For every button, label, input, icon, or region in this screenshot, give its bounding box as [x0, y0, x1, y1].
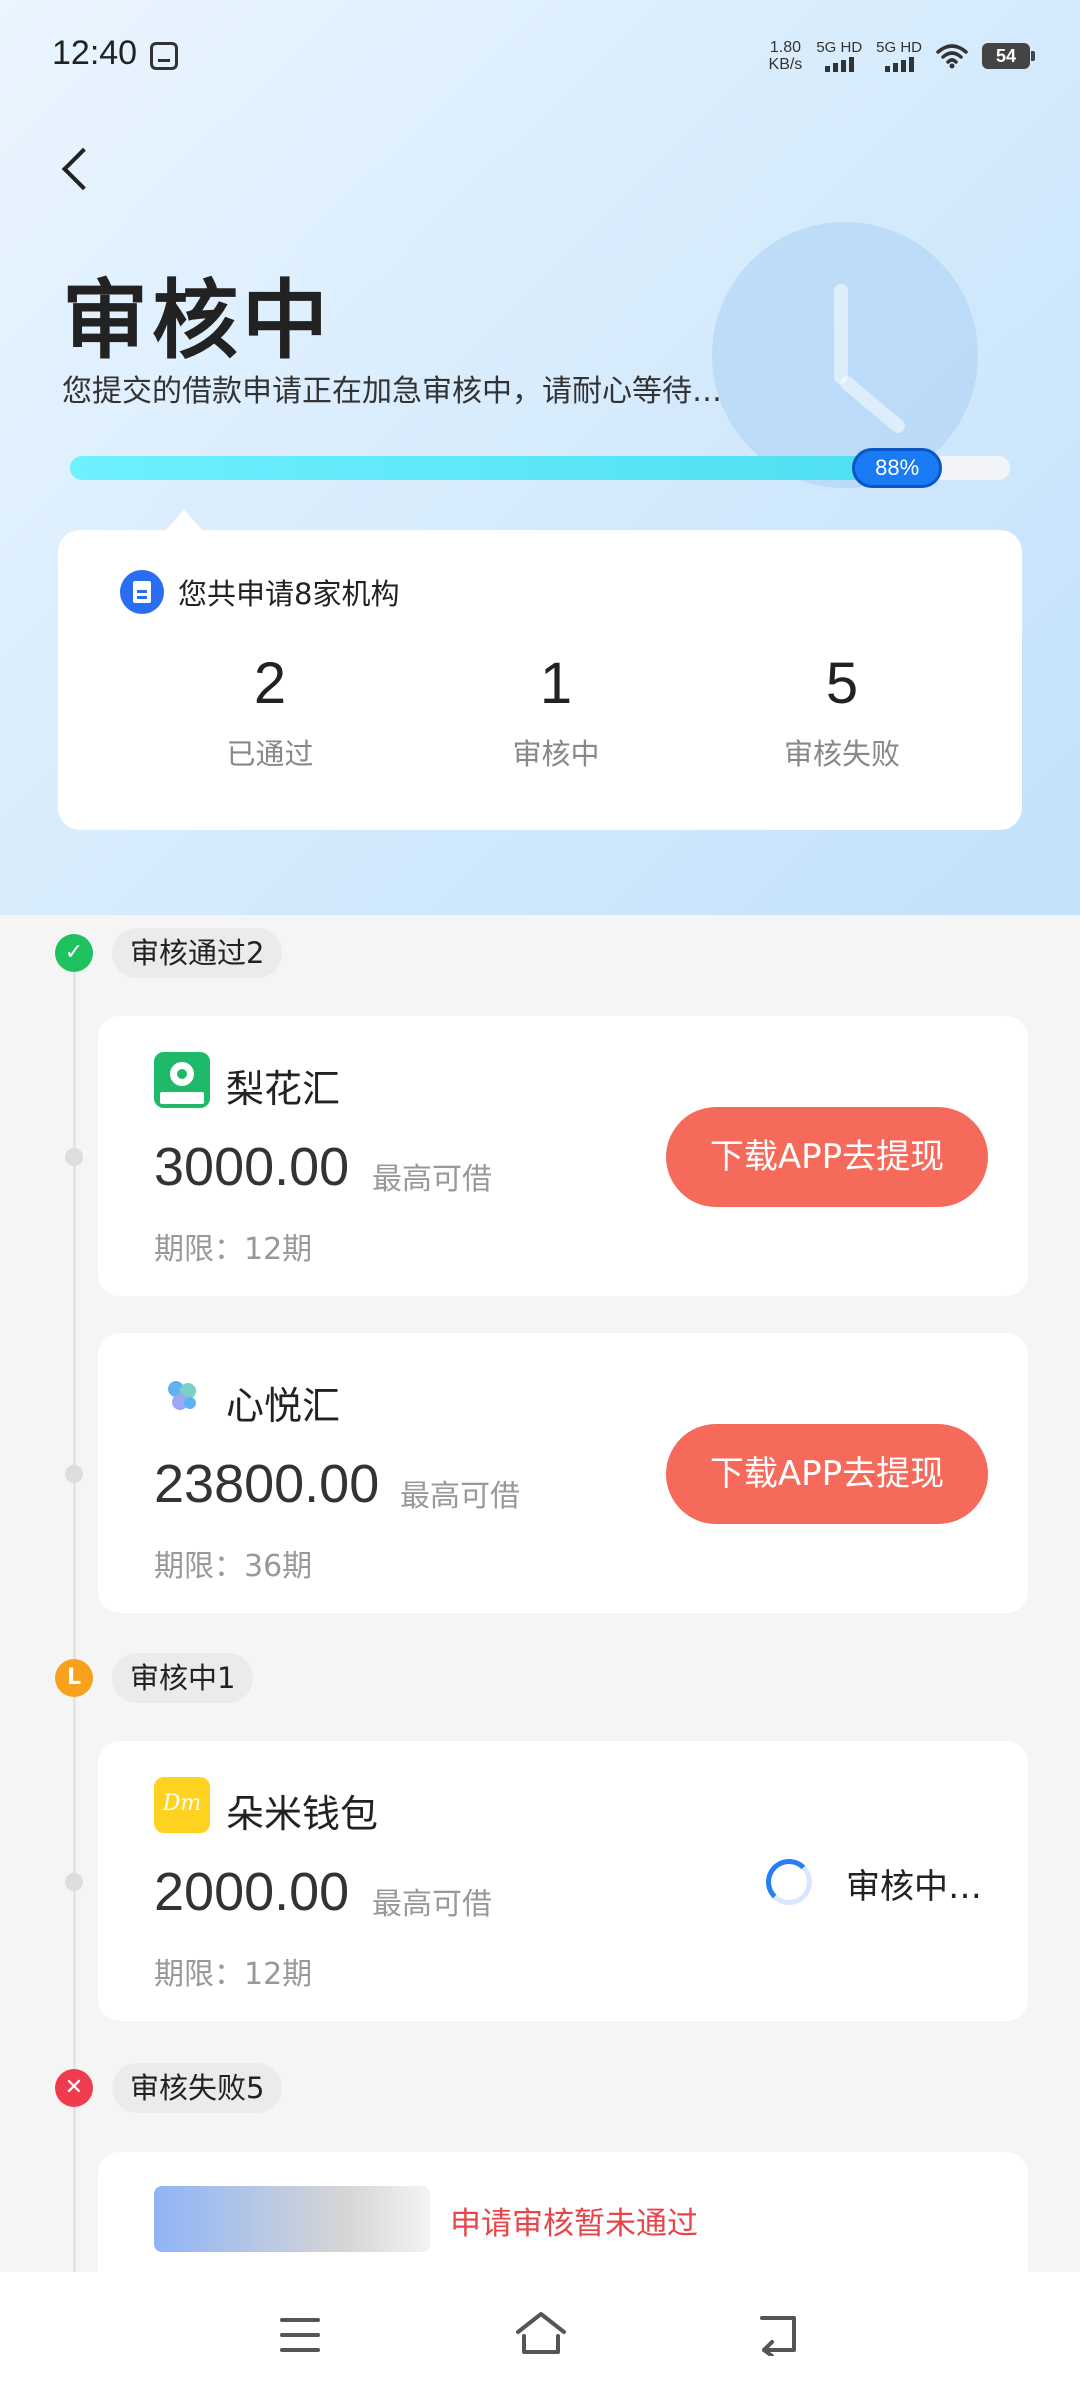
stat-failed: 5 审核失败	[742, 650, 942, 773]
duomi-wallet-logo-icon: Dm	[154, 1777, 210, 1833]
check-circle-icon: ✓	[55, 934, 93, 972]
page-subtitle: 您提交的借款申请正在加急审核中，请耐心等待…	[62, 374, 722, 409]
failed-loan-card: 申请审核暂未通过	[98, 2152, 1028, 2272]
loan-card-duomi: Dm 朵米钱包 2000.00 最高可借 期限：12期 审核中…	[98, 1741, 1028, 2021]
stat-reviewing-value: 1	[539, 651, 573, 716]
clock-circle-icon: L	[55, 1659, 93, 1697]
lender-name: 梨花汇	[226, 1067, 341, 1111]
amount-note: 最高可借	[372, 1162, 492, 1197]
page-title: 审核中	[62, 271, 332, 371]
timeline-dot	[65, 1465, 83, 1483]
duomi-logo-text: Dm	[162, 1791, 202, 1816]
sim1-label: 5G HD	[816, 39, 863, 56]
sim2-label: 5G HD	[876, 39, 922, 56]
summary-card: 您共申请8家机构 2 已通过 1 审核中 5 审核失败	[58, 530, 1022, 830]
stat-approved: 2 已通过	[170, 650, 370, 773]
stat-reviewing-label: 审核中	[512, 737, 600, 771]
back-nav-icon[interactable]	[756, 2312, 804, 2356]
menu-icon[interactable]	[280, 2318, 320, 2352]
timeline-dot	[65, 1873, 83, 1891]
loan-amount: 3000.00	[154, 1137, 350, 1197]
stat-approved-value: 2	[253, 651, 287, 716]
stat-failed-value: 5	[825, 651, 859, 716]
loan-term: 期限：12期	[154, 1232, 313, 1267]
loan-term: 期限：36期	[154, 1549, 313, 1584]
stat-approved-label: 已通过	[226, 737, 314, 771]
timeline-dot	[65, 1148, 83, 1166]
xinyuehui-logo-icon	[154, 1369, 210, 1425]
loan-card-xinyuehui: 心悦汇 23800.00 最高可借 期限：36期 下载APP去提现	[98, 1333, 1028, 1613]
amount-note: 最高可借	[372, 1887, 492, 1922]
failed-status: 申请审核暂未通过	[450, 2206, 698, 2242]
section-reviewing-label: 审核中1	[112, 1653, 254, 1703]
status-bar: 12:40 1.80 KB/s 5G HD 5G HD 54	[0, 0, 1080, 110]
clock-decoration-icon	[712, 222, 978, 488]
summary-pointer	[166, 510, 202, 530]
network-speed-unit: KB/s	[768, 56, 803, 73]
lender-name: 朵米钱包	[226, 1792, 379, 1836]
section-failed-label: 审核失败5	[112, 2063, 283, 2113]
home-icon[interactable]	[514, 2310, 568, 2358]
document-icon	[120, 570, 164, 614]
summary-title: 您共申请8家机构	[178, 577, 400, 611]
battery-icon: 54	[982, 43, 1035, 69]
amount-note: 最高可借	[400, 1479, 520, 1514]
loan-card-lihuahui: 梨花汇 3000.00 最高可借 期限：12期 下载APP去提现	[98, 1016, 1028, 1296]
section-approved-label: 审核通过2	[112, 928, 283, 978]
close-circle-icon: ✕	[55, 2069, 93, 2107]
blurred-lender-name	[154, 2186, 430, 2252]
progress-badge: 88%	[852, 448, 943, 488]
status-time: 12:40	[52, 34, 138, 72]
stat-failed-label: 审核失败	[783, 737, 900, 771]
wifi-icon	[936, 44, 968, 69]
reviewing-status: 审核中…	[846, 1867, 982, 1907]
signal-sim1-icon: 5G HD	[816, 40, 862, 72]
stat-reviewing: 1 审核中	[456, 650, 656, 773]
progress-fill	[70, 456, 898, 480]
download-app-withdraw-button[interactable]: 下载APP去提现	[666, 1107, 988, 1207]
download-app-withdraw-button[interactable]: 下载APP去提现	[666, 1424, 988, 1524]
notification-app-icon	[150, 42, 178, 70]
loan-amount: 2000.00	[154, 1862, 350, 1922]
summary-header: 您共申请8家机构	[120, 570, 399, 614]
loan-term: 期限：12期	[154, 1957, 313, 1992]
loading-spinner-icon	[766, 1859, 812, 1905]
network-speed-value: 1.80	[769, 39, 801, 56]
back-button[interactable]	[56, 140, 106, 200]
signal-sim2-icon: 5G HD	[876, 40, 922, 72]
lihuahui-logo-icon	[154, 1052, 210, 1108]
progress-bar: 88%	[70, 448, 1010, 488]
system-nav-bar	[0, 2272, 1080, 2400]
network-speed: 1.80 KB/s	[769, 39, 803, 73]
status-indicators: 1.80 KB/s 5G HD 5G HD 54	[769, 36, 1035, 76]
loan-amount: 23800.00	[154, 1454, 380, 1514]
lender-name: 心悦汇	[226, 1384, 341, 1428]
